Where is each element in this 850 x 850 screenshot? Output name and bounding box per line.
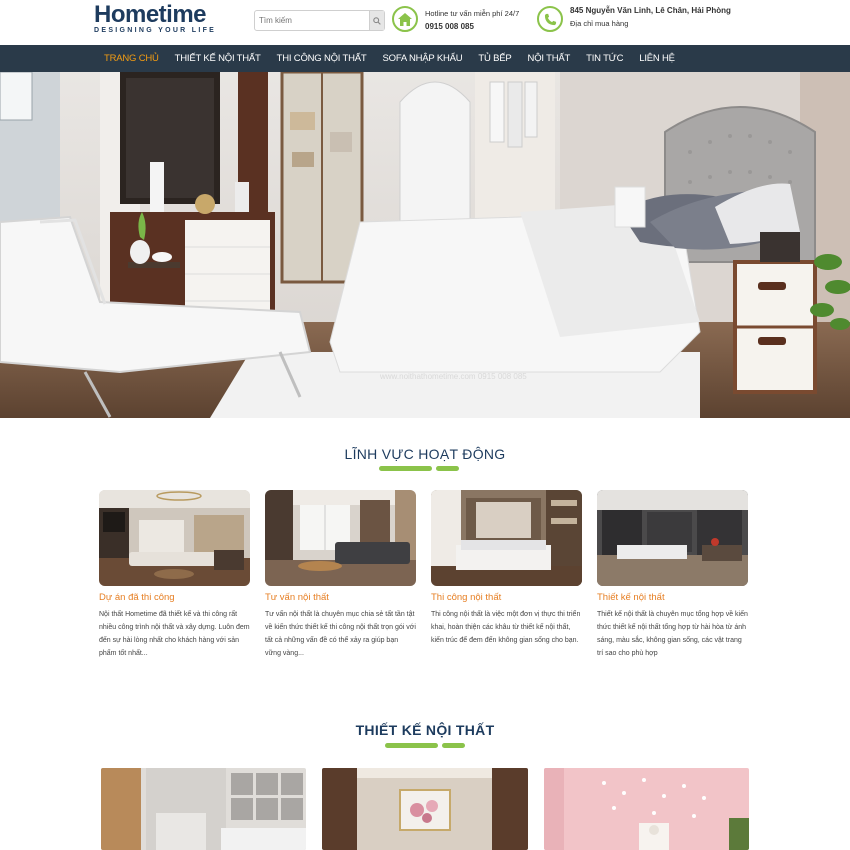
nav-item-imported-sofa[interactable]: SOFA NHẬP KHẨU bbox=[375, 45, 471, 72]
logo-tagline: DESIGNING YOUR LIFE bbox=[94, 27, 217, 34]
card-title[interactable]: Dự án đã thi công bbox=[99, 592, 250, 604]
activity-card[interactable]: Dự án đã thi công Nội thất Hometime đã t… bbox=[99, 490, 250, 660]
activity-card[interactable]: Thi công nội thất Thi công nội thất là v… bbox=[431, 490, 582, 647]
card-title[interactable]: Tư vấn nội thất bbox=[265, 592, 416, 604]
card-title[interactable]: Thiết kế nội thất bbox=[597, 592, 748, 604]
nav-item-interior-design[interactable]: THIẾT KẾ NỘI THẤT bbox=[167, 45, 269, 72]
design-thumb[interactable] bbox=[101, 768, 306, 850]
section-title-activities: LĨNH VỰC HOẠT ĐỘNG bbox=[344, 446, 506, 462]
card-description: Tư vấn nội thất là chuyên mục chia sẻ tấ… bbox=[265, 611, 416, 657]
home-icon bbox=[398, 12, 412, 26]
site-header: Hometime DESIGNING YOUR LIFE Hotline tư … bbox=[0, 0, 850, 45]
nav-item-home[interactable]: TRANG CHỦ bbox=[96, 45, 167, 72]
nav-item-news[interactable]: TIN TỨC bbox=[578, 45, 631, 72]
home-icon-badge bbox=[392, 6, 418, 32]
title-underline-left bbox=[379, 466, 432, 471]
title-underline-right bbox=[436, 466, 459, 471]
hero-bedroom-image bbox=[0, 72, 850, 418]
nav-item-contact[interactable]: LIÊN HỆ bbox=[631, 45, 683, 72]
card-image-interior-consulting[interactable] bbox=[265, 490, 416, 586]
title-underline-right bbox=[442, 743, 465, 748]
address-label: Địa chỉ mua hàng bbox=[570, 19, 629, 28]
search-input[interactable] bbox=[255, 11, 370, 30]
design-thumb[interactable] bbox=[322, 768, 528, 850]
logo-text: Hometime bbox=[94, 1, 207, 28]
address-info: 845 Nguyễn Văn Linh, Lê Chân, Hải Phòng … bbox=[570, 4, 731, 30]
hotline-info: Hotline tư vấn miễn phí 24/7 0915 008 08… bbox=[425, 7, 519, 33]
design-thumb-image bbox=[101, 768, 306, 850]
nav-item-furniture[interactable]: NỘI THẤT bbox=[520, 45, 579, 72]
card-description: Thiết kế nội thất là chuyên mục tổng hợp… bbox=[597, 611, 748, 657]
activity-card[interactable]: Tư vấn nội thất Tư vấn nội thất là chuyê… bbox=[265, 490, 416, 660]
hotline-number[interactable]: 0915 008 085 bbox=[425, 20, 519, 33]
nav-list: TRANG CHỦ THIẾT KẾ NỘI THẤT THI CÔNG NỘI… bbox=[96, 45, 683, 72]
card-description: Nội thất Hometime đã thiết kế và thi côn… bbox=[99, 611, 250, 657]
search-box bbox=[254, 10, 385, 31]
design-thumb-image bbox=[322, 768, 528, 850]
title-underline-left bbox=[385, 743, 438, 748]
nav-item-kitchen-cabinets[interactable]: TỦ BẾP bbox=[470, 45, 519, 72]
main-nav: TRANG CHỦ THIẾT KẾ NỘI THẤT THI CÔNG NỘI… bbox=[0, 45, 850, 72]
design-thumb[interactable] bbox=[544, 768, 749, 850]
activity-card[interactable]: Thiết kế nội thất Thiết kế nội thất là c… bbox=[597, 490, 748, 660]
hotline-label: Hotline tư vấn miễn phí 24/7 bbox=[425, 9, 520, 18]
search-button[interactable] bbox=[369, 11, 384, 30]
section-title-interior-design: THIẾT KẾ NỘI THẤT bbox=[355, 722, 495, 738]
phone-icon-badge bbox=[537, 6, 563, 32]
nav-item-interior-construction[interactable]: THI CÔNG NỘI THẤT bbox=[269, 45, 375, 72]
card-image-interior-construction[interactable] bbox=[431, 490, 582, 586]
site-logo[interactable]: Hometime DESIGNING YOUR LIFE bbox=[94, 2, 219, 38]
card-title[interactable]: Thi công nội thất bbox=[431, 592, 582, 604]
hero-watermark: www.noithathometime.com 0915 008 085 bbox=[380, 372, 527, 381]
design-thumb-image bbox=[544, 768, 749, 850]
phone-icon bbox=[544, 13, 556, 25]
address-text: 845 Nguyễn Văn Linh, Lê Chân, Hải Phòng bbox=[570, 6, 731, 15]
card-description: Thi công nội thất là việc một đơn vị thự… bbox=[431, 611, 581, 644]
card-image-interior-design[interactable] bbox=[597, 490, 748, 586]
hero-banner[interactable]: www.noithathometime.com 0915 008 085 bbox=[0, 72, 850, 418]
search-icon bbox=[373, 16, 381, 25]
card-image-completed-projects[interactable] bbox=[99, 490, 250, 586]
